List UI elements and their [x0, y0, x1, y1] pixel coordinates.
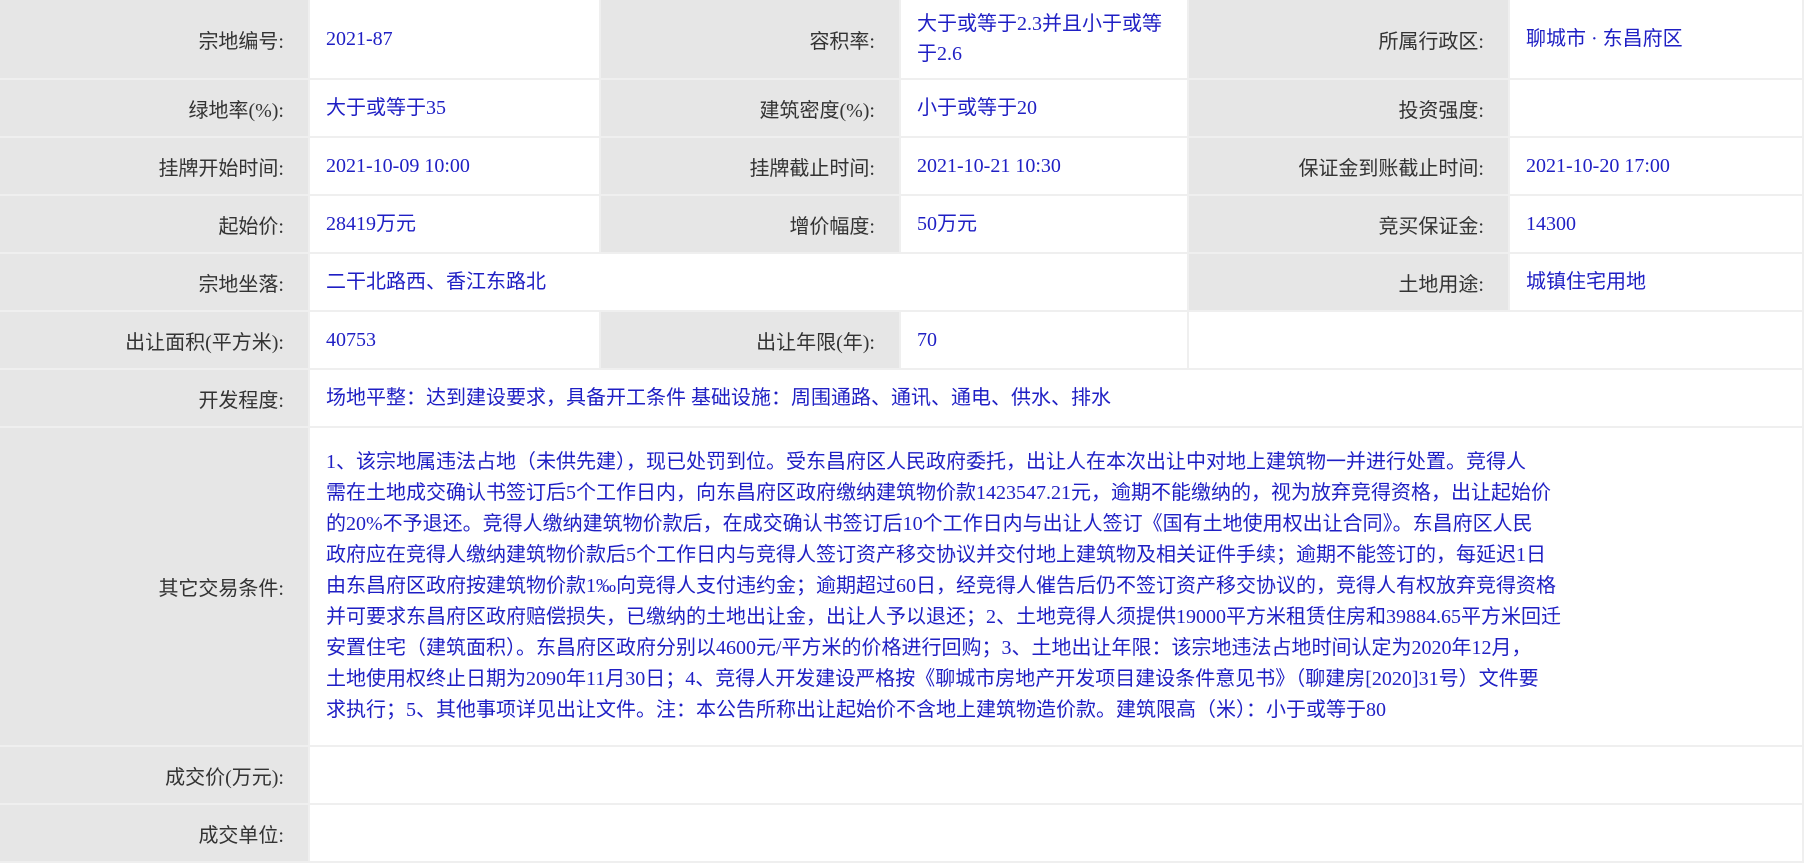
table-row: 成交单位: — [0, 805, 1804, 863]
table-row: 开发程度: 场地平整：达到建设要求，具备开工条件 基础设施：周围通路、通讯、通电… — [0, 370, 1804, 428]
conditions-line: 1、该宗地属违法占地（未供先建），现已处罚到位。受东昌府区人民政府委托，出让人在… — [326, 451, 1526, 473]
table-row: 成交价(万元): — [0, 747, 1804, 805]
district-label: 所属行政区: — [1189, 0, 1510, 80]
development-label: 开发程度: — [0, 370, 310, 428]
green-ratio-value: 大于或等于35 — [310, 80, 601, 138]
deal-price-value — [310, 747, 1804, 805]
area-label: 出让面积(平方米): — [0, 312, 310, 370]
land-use-label: 土地用途: — [1189, 254, 1510, 312]
increment-value: 50万元 — [901, 196, 1189, 254]
land-use-value: 城镇住宅用地 — [1510, 254, 1804, 312]
start-price-label: 起始价: — [0, 196, 310, 254]
listing-start-label: 挂牌开始时间: — [0, 138, 310, 196]
start-price-value: 28419万元 — [310, 196, 601, 254]
conditions-line: 政府应在竞得人缴纳建筑物价款后5个工作日内与竞得人签订资产移交协议并交付地上建筑… — [326, 544, 1546, 566]
listing-end-value: 2021-10-21 10:30 — [901, 138, 1189, 196]
bid-deposit-label: 竞买保证金: — [1189, 196, 1510, 254]
conditions-line: 求执行；5、其他事项详见出让文件。注：本公告所称出让起始价不含地上建筑物造价款。… — [326, 699, 1386, 721]
deposit-deadline-value: 2021-10-20 17:00 — [1510, 138, 1804, 196]
bid-deposit-value: 14300 — [1510, 196, 1804, 254]
location-label: 宗地坐落: — [0, 254, 310, 312]
table-row: 绿地率(%): 大于或等于35 建筑密度(%): 小于或等于20 投资强度: — [0, 80, 1804, 138]
table-row: 出让面积(平方米): 40753 出让年限(年): 70 — [0, 312, 1804, 370]
deal-price-label: 成交价(万元): — [0, 747, 310, 805]
deal-unit-label: 成交单位: — [0, 805, 310, 863]
investment-intensity-value — [1510, 80, 1804, 138]
parcel-no-label: 宗地编号: — [0, 0, 310, 80]
table-row: 宗地坐落: 二干北路西、香江东路北 土地用途: 城镇住宅用地 — [0, 254, 1804, 312]
other-conditions-value: 1、该宗地属违法占地（未供先建），现已处罚到位。受东昌府区人民政府委托，出让人在… — [310, 428, 1804, 747]
investment-intensity-label: 投资强度: — [1189, 80, 1510, 138]
location-value: 二干北路西、香江东路北 — [310, 254, 1189, 312]
increment-label: 增价幅度: — [601, 196, 901, 254]
land-parcel-info-table: 宗地编号: 2021-87 容积率: 大于或等于2.3并且小于或等于2.6 所属… — [0, 0, 1804, 863]
conditions-line: 需在土地成交确认书签订后5个工作日内，向东昌府区政府缴纳建筑物价款1423547… — [326, 482, 1551, 504]
conditions-line: 由东昌府区政府按建筑物价款1‰向竞得人支付违约金；逾期超过60日，经竞得人催告后… — [326, 575, 1556, 597]
green-ratio-label: 绿地率(%): — [0, 80, 310, 138]
deposit-deadline-label: 保证金到账截止时间: — [1189, 138, 1510, 196]
listing-start-value: 2021-10-09 10:00 — [310, 138, 601, 196]
term-label: 出让年限(年): — [601, 312, 901, 370]
conditions-line: 的20%不予退还。竞得人缴纳建筑物价款后，在成交确认书签订后10个工作日内与出让… — [326, 513, 1533, 535]
parcel-no-value: 2021-87 — [310, 0, 601, 80]
plot-ratio-value: 大于或等于2.3并且小于或等于2.6 — [901, 0, 1189, 80]
other-conditions-label: 其它交易条件: — [0, 428, 310, 747]
development-value: 场地平整：达到建设要求，具备开工条件 基础设施：周围通路、通讯、通电、供水、排水 — [310, 370, 1804, 428]
district-value: 聊城市 · 东昌府区 — [1510, 0, 1804, 80]
deal-unit-value — [310, 805, 1804, 863]
listing-end-label: 挂牌截止时间: — [601, 138, 901, 196]
conditions-line: 土地使用权终止日期为2090年11月30日；4、竞得人开发建设严格按《聊城市房地… — [326, 668, 1539, 690]
table-row: 挂牌开始时间: 2021-10-09 10:00 挂牌截止时间: 2021-10… — [0, 138, 1804, 196]
plot-ratio-label: 容积率: — [601, 0, 901, 80]
conditions-line: 安置住宅（建筑面积）。东昌府区政府分别以4600元/平方米的价格进行回购；3、土… — [326, 637, 1532, 659]
building-density-label: 建筑密度(%): — [601, 80, 901, 138]
area-value: 40753 — [310, 312, 601, 370]
building-density-value: 小于或等于20 — [901, 80, 1189, 138]
table-row: 起始价: 28419万元 增价幅度: 50万元 竞买保证金: 14300 — [0, 196, 1804, 254]
term-value: 70 — [901, 312, 1189, 370]
empty-cell — [1189, 312, 1804, 370]
table-row: 宗地编号: 2021-87 容积率: 大于或等于2.3并且小于或等于2.6 所属… — [0, 0, 1804, 80]
conditions-line: 并可要求东昌府区政府赔偿损失，已缴纳的土地出让金，出让人予以退还；2、土地竞得人… — [326, 606, 1561, 628]
table-row: 其它交易条件: 1、该宗地属违法占地（未供先建），现已处罚到位。受东昌府区人民政… — [0, 428, 1804, 747]
